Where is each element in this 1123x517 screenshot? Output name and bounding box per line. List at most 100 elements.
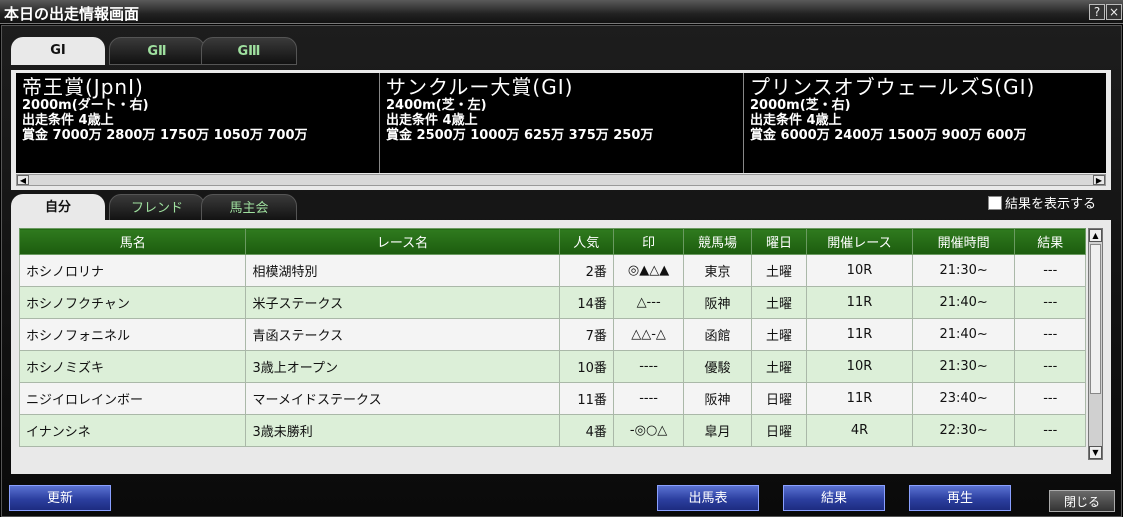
column-track[interactable]: 競馬場 <box>683 228 752 255</box>
show-results-toggle[interactable]: 結果を表示する <box>988 193 1096 212</box>
tab-g1[interactable]: GⅠ <box>11 37 105 65</box>
scroll-thumb[interactable] <box>1090 244 1101 394</box>
race-course: 2000m(ダート・右) <box>22 98 149 113</box>
column-mark[interactable]: 印 <box>612 228 685 255</box>
title-bar: 本日の出走情報画面 ? × <box>0 0 1123 24</box>
cell-day: 土曜 <box>750 350 808 383</box>
cell-race: マーメイドステークス <box>245 382 560 415</box>
cell-day: 日曜 <box>750 414 808 447</box>
race-card[interactable]: サンクルー大賞(GⅠ) 2400m(芝・左) 出走条件 4歳上 賞金 2500万… <box>380 73 744 173</box>
cell-race-number: 11R <box>806 318 913 351</box>
race-prize: 賞金 6000万 2400万 1500万 900万 600万 <box>750 128 1027 143</box>
cell-time: 21:40~ <box>911 318 1016 351</box>
cell-day: 土曜 <box>750 286 808 319</box>
cell-day: 土曜 <box>750 254 808 287</box>
cell-popularity: 14番 <box>558 286 614 319</box>
race-info-box: 帝王賞(JpnⅠ) 2000m(ダート・右) 出走条件 4歳上 賞金 7000万… <box>11 70 1111 190</box>
cell-result: --- <box>1014 382 1086 415</box>
owner-tabs: 自分 フレンド 馬主会 <box>11 194 311 222</box>
table-row[interactable]: ホシノフォニネル 青函ステークス 7番 △△-△ 函館 土曜 11R 21:40… <box>18 318 1086 351</box>
cell-race-number: 4R <box>806 414 913 447</box>
tab-owner-club[interactable]: 馬主会 <box>201 194 297 222</box>
column-day[interactable]: 曜日 <box>750 228 808 255</box>
tab-friend[interactable]: フレンド <box>109 194 205 222</box>
cell-race-number: 11R <box>806 382 913 415</box>
table-header: 馬名 レース名 人気 印 競馬場 曜日 開催レース 開催時間 結果 <box>18 228 1086 255</box>
cell-race: 3歳未勝利 <box>245 414 560 447</box>
race-prize: 賞金 2500万 1000万 625万 375万 250万 <box>386 128 654 143</box>
cell-time: 21:40~ <box>911 286 1016 319</box>
race-condition: 出走条件 4歳上 <box>750 113 842 128</box>
table-row[interactable]: ホシノミズキ 3歳上オープン 10番 ---- 優駿 土曜 10R 21:30~… <box>18 350 1086 383</box>
column-time[interactable]: 開催時間 <box>911 228 1016 255</box>
window-title: 本日の出走情報画面 <box>4 5 140 23</box>
cell-race: 3歳上オープン <box>245 350 560 383</box>
race-name: プリンスオブウェールズS(GⅠ) <box>750 75 1036 99</box>
race-name: サンクルー大賞(GⅠ) <box>386 75 574 99</box>
cell-track: 阪神 <box>683 286 752 319</box>
close-button[interactable]: 閉じる <box>1049 490 1115 512</box>
race-prize: 賞金 7000万 2800万 1750万 1050万 700万 <box>22 128 308 143</box>
show-results-checkbox[interactable] <box>988 196 1002 210</box>
refresh-button[interactable]: 更新 <box>9 485 111 511</box>
table-row[interactable]: ニジイロレインボー マーメイドステークス 11番 ---- 阪神 日曜 11R … <box>18 382 1086 415</box>
tab-self[interactable]: 自分 <box>11 194 105 222</box>
cell-time: 22:30~ <box>911 414 1016 447</box>
scroll-up-icon[interactable]: ▲ <box>1089 229 1102 242</box>
race-horizontal-scrollbar[interactable]: ◀ ▶ <box>16 174 1106 186</box>
scroll-down-icon[interactable]: ▼ <box>1089 446 1102 459</box>
cell-horse: ニジイロレインボー <box>18 382 247 415</box>
race-condition: 出走条件 4歳上 <box>386 113 478 128</box>
cell-horse: ホシノロリナ <box>18 254 247 287</box>
scroll-left-icon[interactable]: ◀ <box>17 175 29 185</box>
cell-track: 優駿 <box>683 350 752 383</box>
cell-time: 21:30~ <box>911 254 1016 287</box>
cell-track: 皐月 <box>683 414 752 447</box>
cell-track: 函館 <box>683 318 752 351</box>
cell-mark: △--- <box>612 286 685 319</box>
table-vertical-scrollbar[interactable]: ▲ ▼ <box>1088 228 1103 460</box>
column-race-name[interactable]: レース名 <box>245 228 560 255</box>
replay-button[interactable]: 再生 <box>909 485 1011 511</box>
cell-race-number: 10R <box>806 254 913 287</box>
cell-horse: イナンシネ <box>18 414 247 447</box>
cell-race: 青函ステークス <box>245 318 560 351</box>
entries-table: 馬名 レース名 人気 印 競馬場 曜日 開催レース 開催時間 結果 ホシノロリナ… <box>18 228 1086 447</box>
cell-track: 東京 <box>683 254 752 287</box>
cell-result: --- <box>1014 286 1086 319</box>
cell-horse: ホシノフクチャン <box>18 286 247 319</box>
table-row[interactable]: ホシノフクチャン 米子ステークス 14番 △--- 阪神 土曜 11R 21:4… <box>18 286 1086 319</box>
results-button[interactable]: 結果 <box>783 485 885 511</box>
tab-g2[interactable]: GⅡ <box>109 37 205 65</box>
cell-day: 土曜 <box>750 318 808 351</box>
cell-horse: ホシノミズキ <box>18 350 247 383</box>
column-horse-name[interactable]: 馬名 <box>18 228 247 255</box>
cell-race: 米子ステークス <box>245 286 560 319</box>
race-course: 2400m(芝・左) <box>386 98 487 113</box>
table-row[interactable]: ホシノロリナ 相模湖特別 2番 ◎▲△▲ 東京 土曜 10R 21:30~ --… <box>18 254 1086 287</box>
cell-day: 日曜 <box>750 382 808 415</box>
table-row[interactable]: イナンシネ 3歳未勝利 4番 -◎○△ 皐月 日曜 4R 22:30~ --- <box>18 414 1086 447</box>
cell-popularity: 10番 <box>558 350 614 383</box>
cell-mark: △△-△ <box>612 318 685 351</box>
main-panel: GⅠ GⅡ GⅢ 帝王賞(JpnⅠ) 2000m(ダート・右) 出走条件 4歳上… <box>1 25 1122 517</box>
race-name: 帝王賞(JpnⅠ) <box>22 75 144 99</box>
tab-g3[interactable]: GⅢ <box>201 37 297 65</box>
cell-mark: -◎○△ <box>612 414 685 447</box>
race-card[interactable]: 帝王賞(JpnⅠ) 2000m(ダート・右) 出走条件 4歳上 賞金 7000万… <box>16 73 380 173</box>
scroll-right-icon[interactable]: ▶ <box>1093 175 1105 185</box>
help-button[interactable]: ? <box>1089 4 1105 20</box>
cell-mark: ◎▲△▲ <box>612 254 685 287</box>
window-close-button[interactable]: × <box>1106 4 1122 20</box>
race-condition: 出走条件 4歳上 <box>22 113 114 128</box>
column-race-number[interactable]: 開催レース <box>806 228 913 255</box>
cell-result: --- <box>1014 318 1086 351</box>
column-popularity[interactable]: 人気 <box>558 228 614 255</box>
cell-result: --- <box>1014 350 1086 383</box>
cell-time: 21:30~ <box>911 350 1016 383</box>
race-card[interactable]: プリンスオブウェールズS(GⅠ) 2000m(芝・右) 出走条件 4歳上 賞金 … <box>744 73 1106 173</box>
column-result[interactable]: 結果 <box>1014 228 1086 255</box>
entry-table-button[interactable]: 出馬表 <box>657 485 759 511</box>
show-results-label: 結果を表示する <box>1005 197 1097 212</box>
cell-popularity: 2番 <box>558 254 614 287</box>
